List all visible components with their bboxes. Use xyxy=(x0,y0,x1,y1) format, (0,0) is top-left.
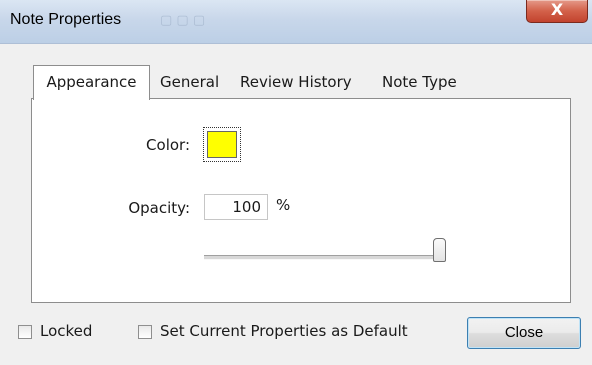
set-default-checkbox[interactable] xyxy=(138,325,152,339)
close-button[interactable]: Close xyxy=(467,317,581,349)
locked-checkbox[interactable] xyxy=(18,325,32,339)
tab-appearance[interactable]: Appearance xyxy=(33,65,150,100)
opacity-label: Opacity: xyxy=(128,199,190,217)
close-window-icon[interactable]: X xyxy=(526,0,588,23)
opacity-unit: % xyxy=(276,196,291,214)
set-default-label: Set Current Properties as Default xyxy=(160,322,408,340)
opacity-slider-thumb[interactable] xyxy=(433,238,446,262)
tab-general[interactable]: General xyxy=(160,67,219,97)
locked-label: Locked xyxy=(40,322,93,340)
tab-note-type[interactable]: Note Type xyxy=(382,67,457,97)
tab-review-history[interactable]: Review History xyxy=(240,67,352,97)
color-swatch xyxy=(207,131,237,158)
opacity-input[interactable]: 100 xyxy=(204,194,268,220)
window-title: Note Properties xyxy=(10,11,122,28)
opacity-slider-track[interactable] xyxy=(204,255,440,260)
background-toolbar-ghost: ▢ ▢ ▢ xyxy=(160,13,206,28)
color-picker-button[interactable] xyxy=(203,127,241,162)
color-label: Color: xyxy=(146,136,190,154)
title-bar[interactable]: ▢ ▢ ▢ Note Properties X xyxy=(0,0,592,44)
